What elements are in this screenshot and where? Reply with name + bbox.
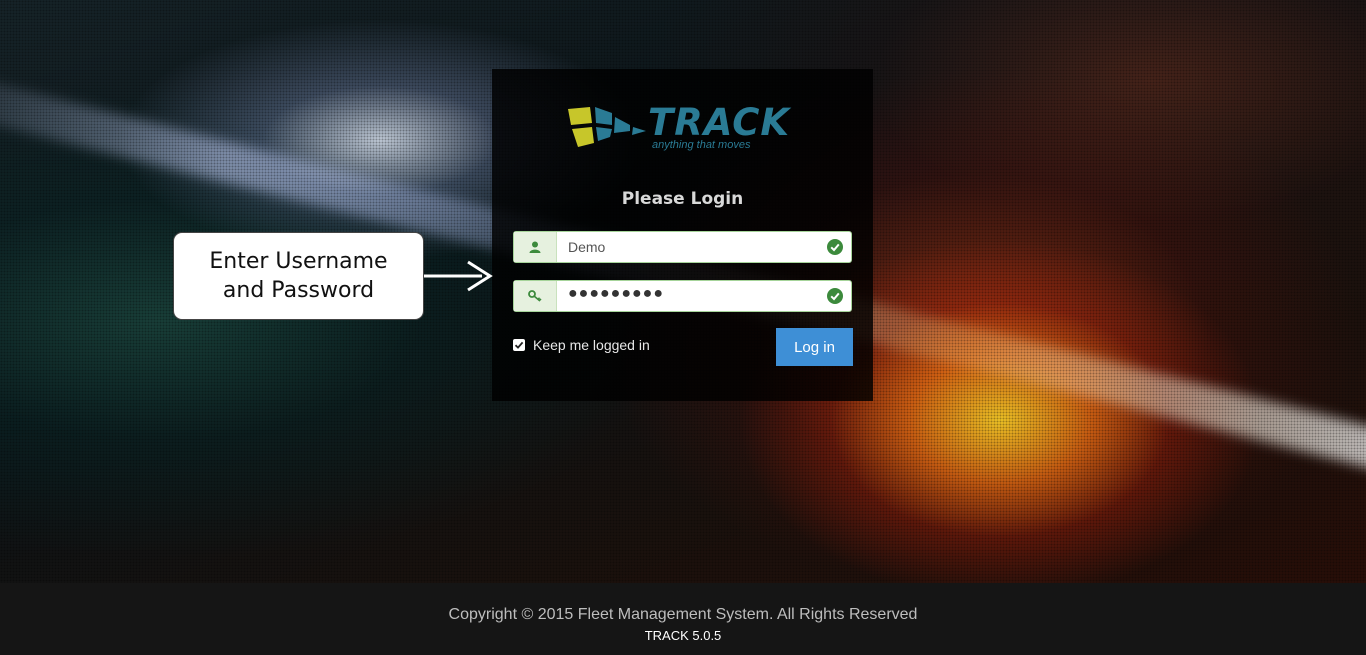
check-circle-icon [827, 239, 843, 255]
check-circle-icon [827, 288, 843, 304]
logo-wordmark: TRACK [648, 101, 791, 144]
logo-tagline: anything that moves [652, 139, 751, 151]
instruction-callout: Enter Username and Password [173, 232, 424, 320]
brand-logo: TRACK anything that moves [568, 101, 794, 155]
password-field[interactable]: ●●●●●●●●● [513, 280, 852, 312]
login-button[interactable]: Log in [776, 328, 853, 366]
username-field[interactable]: Demo [513, 231, 852, 263]
callout-line-1: Enter Username [209, 249, 388, 274]
user-icon [514, 232, 557, 262]
username-value[interactable]: Demo [568, 239, 605, 255]
footer: Copyright © 2015 Fleet Management System… [0, 583, 1366, 655]
key-icon [514, 281, 557, 311]
keep-logged-in-label[interactable]: Keep me logged in [533, 337, 650, 353]
keep-logged-in[interactable]: Keep me logged in [513, 336, 650, 354]
login-title: Please Login [621, 189, 744, 209]
arrow-right-icon [424, 260, 493, 292]
password-value[interactable]: ●●●●●●●●● [568, 285, 664, 303]
login-panel: TRACK anything that moves Please Login D… [492, 69, 873, 401]
copyright-text: Copyright © 2015 Fleet Management System… [448, 606, 918, 623]
keep-logged-in-checkbox[interactable] [513, 339, 525, 351]
logo-mark-icon [568, 107, 646, 147]
callout-line-2: and Password [222, 278, 375, 303]
version-text: TRACK 5.0.5 [644, 628, 722, 643]
